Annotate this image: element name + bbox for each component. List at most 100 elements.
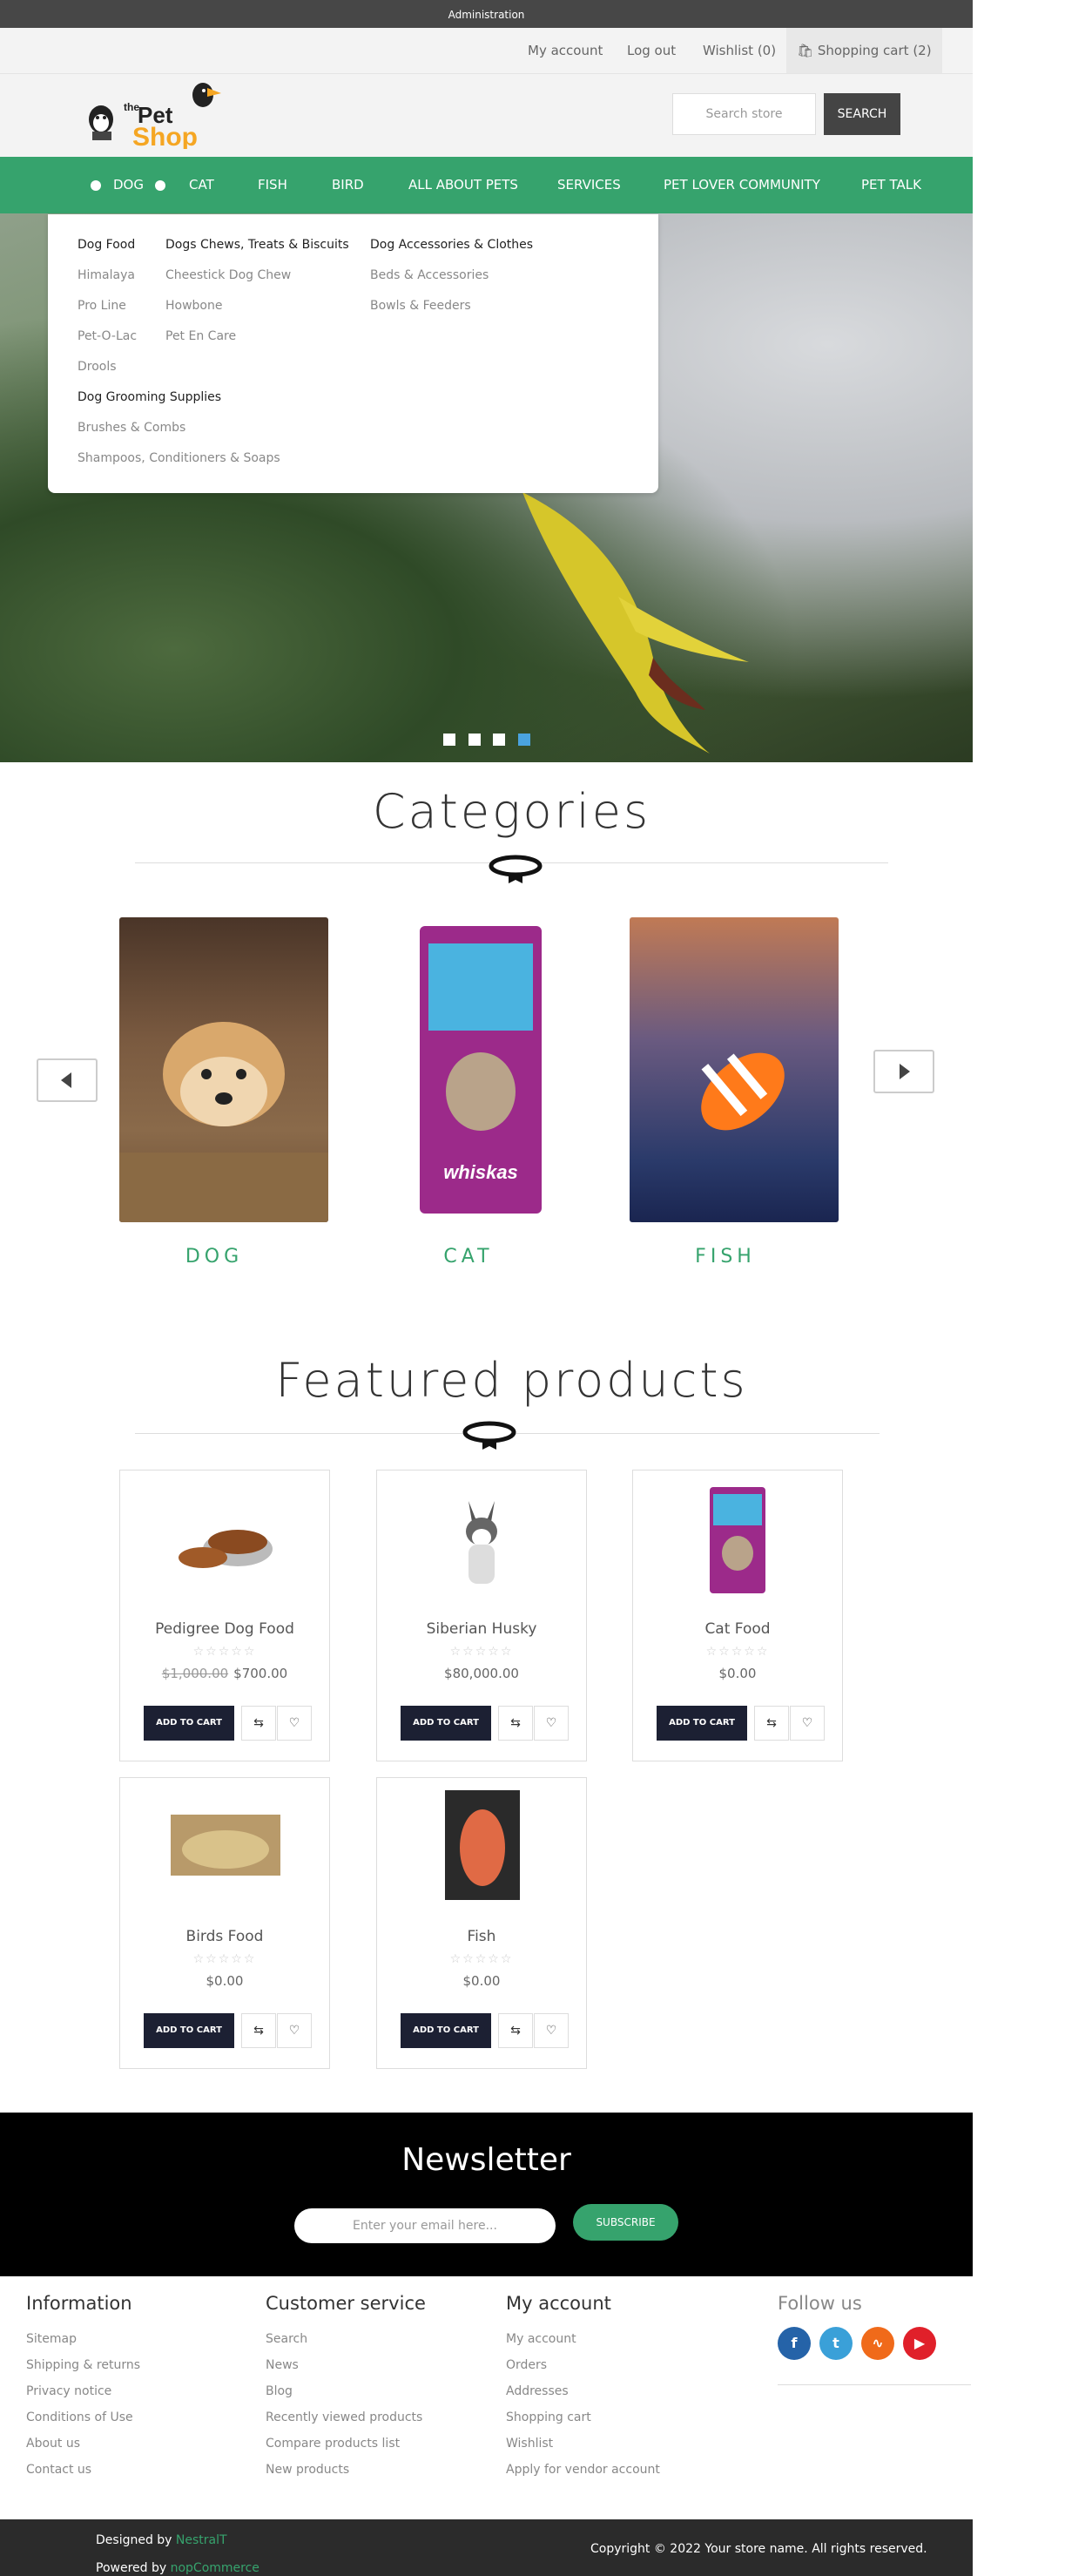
footer-link[interactable]: Shipping & returns — [26, 2358, 140, 2372]
category-label-dog[interactable]: DOG — [110, 1246, 319, 1268]
dropdown-item[interactable]: Shampoos, Conditioners & Soaps — [78, 451, 280, 465]
search-button[interactable]: SEARCH — [824, 93, 900, 135]
twitter-icon[interactable]: t — [819, 2327, 853, 2360]
dropdown-item[interactable]: Pet En Care — [165, 329, 236, 343]
slider-dot[interactable] — [493, 734, 505, 746]
wishlist-button[interactable]: ♡ — [534, 1706, 569, 1741]
footer-link[interactable]: Privacy notice — [26, 2384, 111, 2398]
dropdown-item[interactable]: Himalaya — [78, 268, 135, 282]
category-label-fish[interactable]: FISH — [621, 1246, 830, 1268]
heart-icon: ♡ — [288, 1716, 300, 1730]
footer-link[interactable]: Contact us — [26, 2463, 91, 2477]
wishlist-button[interactable]: ♡ — [277, 2013, 312, 2048]
footer-link[interactable]: Wishlist — [506, 2437, 553, 2451]
category-label-cat[interactable]: CAT — [364, 1246, 573, 1268]
footer-link[interactable]: Sitemap — [26, 2332, 77, 2346]
dropdown-item[interactable]: Pet-O-Lac — [78, 329, 137, 343]
dropdown-item[interactable]: Beds & Accessories — [370, 268, 489, 282]
product-card-fish[interactable]: Fish ☆☆☆☆☆ $0.00 ADD TO CART ⇆ ♡ — [376, 1777, 587, 2069]
slider-dot[interactable] — [468, 734, 481, 746]
wishlist-button[interactable]: ♡ — [790, 1706, 825, 1741]
add-to-cart-button[interactable]: ADD TO CART — [401, 2013, 491, 2048]
compare-button[interactable]: ⇆ — [241, 1706, 276, 1741]
store-logo[interactable]: the Pet Shop — [77, 78, 225, 152]
facebook-icon[interactable]: f — [778, 2327, 811, 2360]
nav-item-dog[interactable]: DOG — [113, 157, 144, 213]
product-name[interactable]: Cat Food — [633, 1620, 842, 1638]
add-to-cart-button[interactable]: ADD TO CART — [657, 1706, 747, 1741]
product-name[interactable]: Siberian Husky — [377, 1620, 586, 1638]
log-out-link[interactable]: Log out — [627, 28, 676, 73]
footer-link[interactable]: Recently viewed products — [266, 2410, 422, 2424]
dropdown-heading-chews[interactable]: Dogs Chews, Treats & Biscuits — [165, 238, 349, 252]
dropdown-heading-dog-food[interactable]: Dog Food — [78, 238, 135, 252]
footer-link[interactable]: Blog — [266, 2384, 293, 2398]
compare-button[interactable]: ⇆ — [241, 2013, 276, 2048]
my-account-link[interactable]: My account — [528, 28, 603, 73]
dropdown-item[interactable]: Brushes & Combs — [78, 421, 185, 435]
footer-link[interactable]: Orders — [506, 2358, 547, 2372]
slider-dot[interactable] — [443, 734, 455, 746]
dropdown-item[interactable]: Pro Line — [78, 299, 126, 313]
carousel-next-button[interactable] — [873, 1050, 934, 1093]
product-name[interactable]: Fish — [377, 1928, 586, 1945]
admin-link[interactable]: Administration — [448, 9, 525, 21]
powered-by-label: Powered by — [96, 2561, 167, 2575]
newsletter-email-input[interactable]: Enter your email here... — [294, 2208, 556, 2243]
arrow-left-icon — [61, 1072, 71, 1088]
add-to-cart-button[interactable]: ADD TO CART — [144, 2013, 234, 2048]
search-input[interactable]: Search store — [672, 93, 816, 135]
compare-button[interactable]: ⇆ — [754, 1706, 789, 1741]
product-name[interactable]: Birds Food — [120, 1928, 329, 1945]
category-card-dog[interactable] — [119, 917, 328, 1222]
designer-link[interactable]: NestralT — [176, 2533, 227, 2547]
category-card-fish[interactable] — [630, 917, 839, 1222]
dropdown-item[interactable]: Bowls & Feeders — [370, 299, 471, 313]
nav-item-services[interactable]: SERVICES — [557, 157, 621, 213]
footer-link[interactable]: My account — [506, 2332, 576, 2346]
wishlist-button[interactable]: ♡ — [534, 2013, 569, 2048]
shopping-cart-link[interactable]: 🛍 Shopping cart (2) — [786, 28, 942, 73]
dropdown-heading-grooming[interactable]: Dog Grooming Supplies — [78, 390, 221, 404]
dropdown-heading-accessories[interactable]: Dog Accessories & Clothes — [370, 238, 533, 252]
dropdown-item[interactable]: Cheestick Dog Chew — [165, 268, 291, 282]
nav-item-bird[interactable]: BIRD — [332, 157, 364, 213]
dropdown-item[interactable]: Howbone — [165, 299, 222, 313]
footer-link[interactable]: New products — [266, 2463, 349, 2477]
footer-link[interactable]: About us — [26, 2437, 80, 2451]
subscribe-button[interactable]: SUBSCRIBE — [573, 2204, 678, 2241]
compare-icon: ⇆ — [766, 1716, 777, 1730]
footer-link[interactable]: Shopping cart — [506, 2410, 591, 2424]
add-to-cart-button[interactable]: ADD TO CART — [144, 1706, 234, 1741]
wishlist-button[interactable]: ♡ — [277, 1706, 312, 1741]
nav-item-pet-talk[interactable]: PET TALK — [861, 157, 921, 213]
nav-item-cat[interactable]: CAT — [189, 157, 214, 213]
footer-link[interactable]: Apply for vendor account — [506, 2463, 660, 2477]
product-card-husky[interactable]: Siberian Husky ☆☆☆☆☆ $80,000.00 ADD TO C… — [376, 1470, 587, 1761]
footer-link[interactable]: Conditions of Use — [26, 2410, 133, 2424]
add-to-cart-button[interactable]: ADD TO CART — [401, 1706, 491, 1741]
rss-icon[interactable]: ∿ — [861, 2327, 894, 2360]
nav-item-pet-lover-community[interactable]: PET LOVER COMMUNITY — [664, 157, 820, 213]
product-card-cat-food[interactable]: Cat Food ☆☆☆☆☆ $0.00 ADD TO CART ⇆ ♡ — [632, 1470, 843, 1761]
footer-link[interactable]: Compare products list — [266, 2437, 400, 2451]
wishlist-link[interactable]: Wishlist (0) — [703, 28, 776, 73]
nav-item-all-about-pets[interactable]: ALL ABOUT PETS — [408, 157, 518, 213]
product-name[interactable]: Pedigree Dog Food — [120, 1620, 329, 1638]
dropdown-item[interactable]: Drools — [78, 360, 117, 374]
category-card-cat[interactable]: whiskas — [376, 917, 585, 1222]
footer-link[interactable]: News — [266, 2358, 299, 2372]
platform-link[interactable]: nopCommerce — [171, 2561, 260, 2575]
compare-button[interactable]: ⇆ — [498, 2013, 533, 2048]
nav-item-fish[interactable]: FISH — [258, 157, 287, 213]
product-image — [445, 1790, 520, 1900]
product-card-pedigree[interactable]: Pedigree Dog Food ☆☆☆☆☆ $1,000.00 $700.00… — [119, 1470, 330, 1761]
footer-link[interactable]: Search — [266, 2332, 307, 2346]
youtube-icon[interactable]: ▶ — [903, 2327, 936, 2360]
admin-bar[interactable]: Administration — [0, 0, 973, 28]
compare-button[interactable]: ⇆ — [498, 1706, 533, 1741]
product-card-birds-food[interactable]: Birds Food ☆☆☆☆☆ $0.00 ADD TO CART ⇆ ♡ — [119, 1777, 330, 2069]
carousel-prev-button[interactable] — [37, 1058, 98, 1102]
footer-link[interactable]: Addresses — [506, 2384, 569, 2398]
slider-dot-active[interactable] — [518, 734, 530, 746]
